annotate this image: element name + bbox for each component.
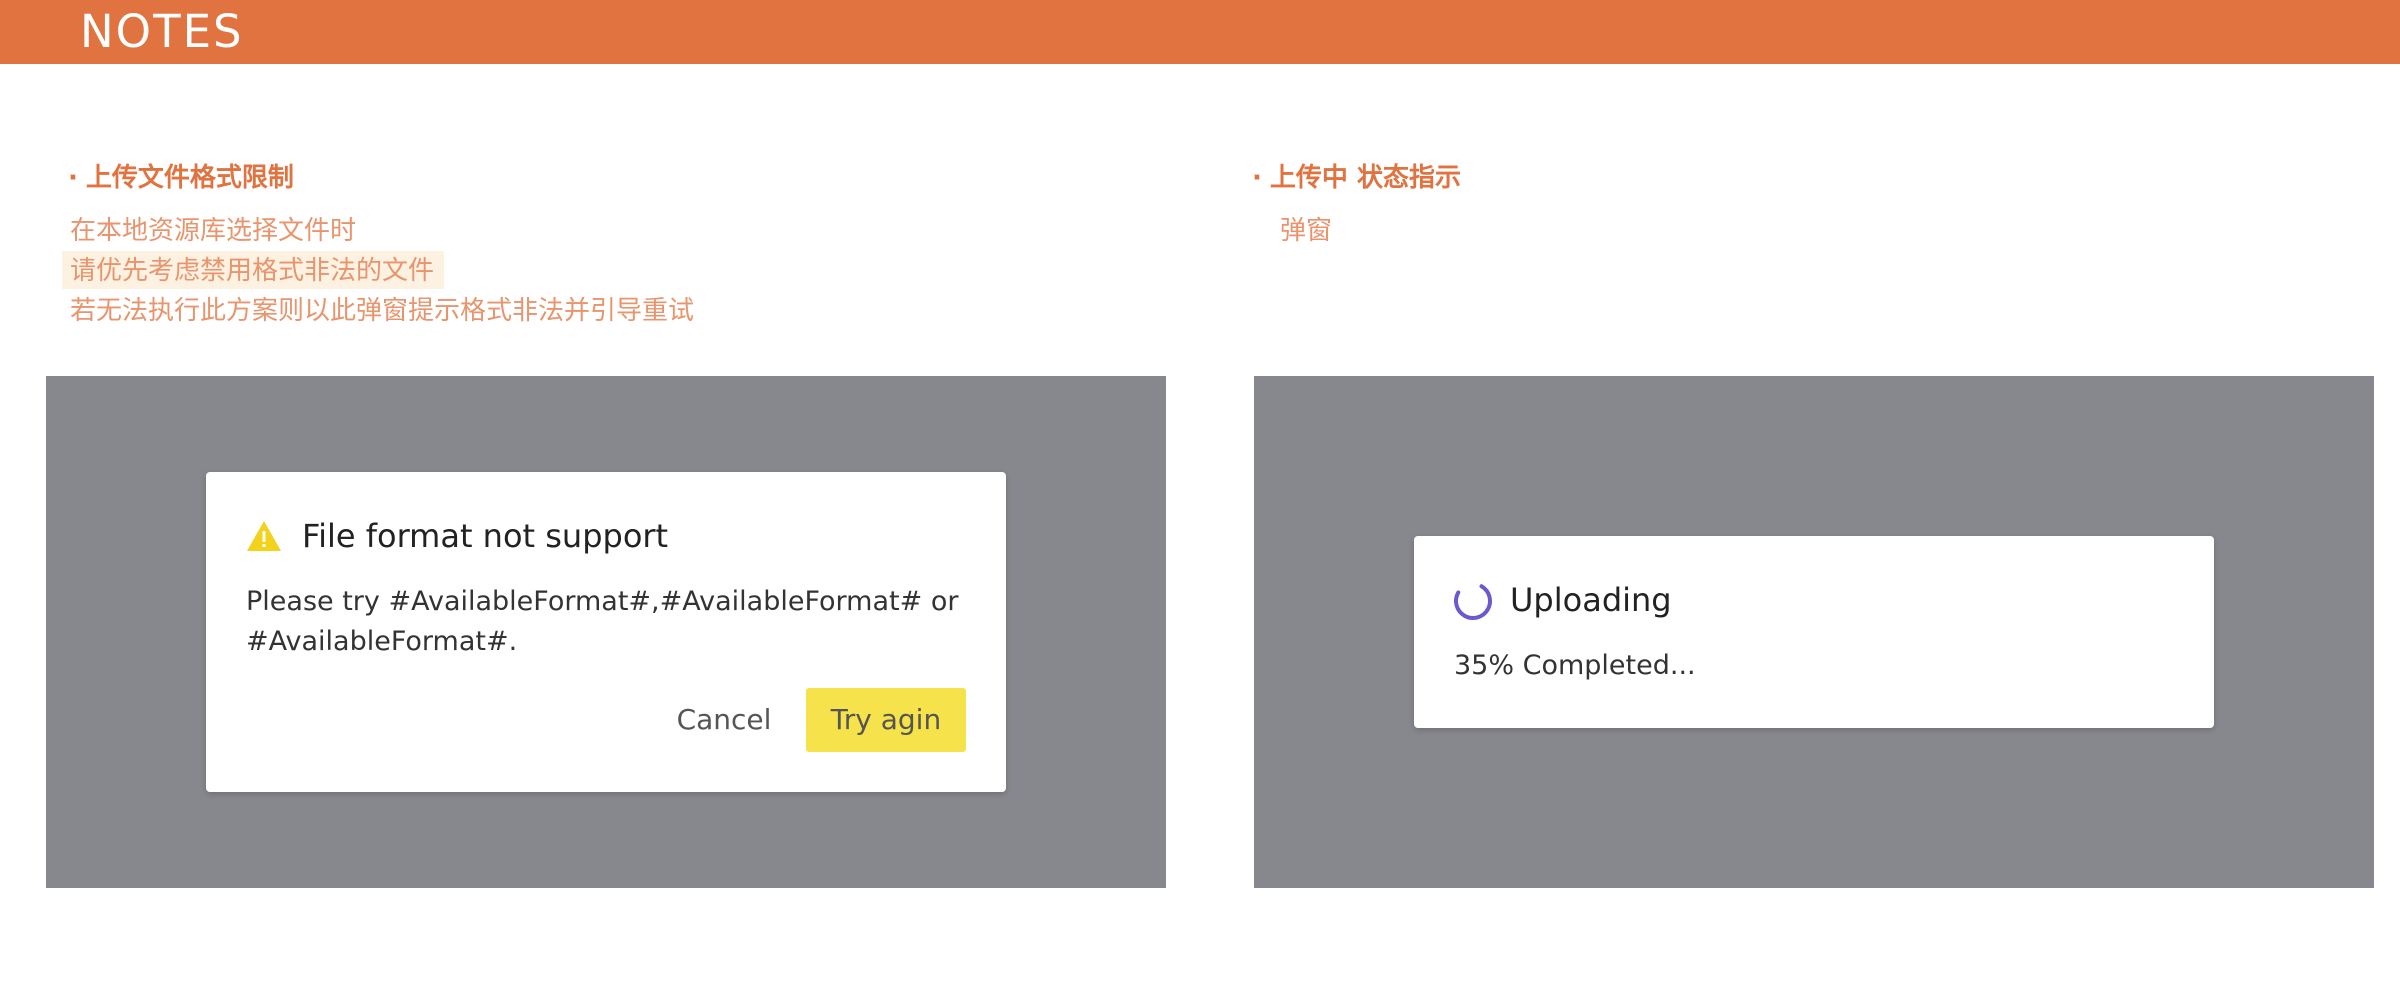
note-line-1: 在本地资源库选择文件时 [70, 216, 357, 246]
cancel-button[interactable]: Cancel [654, 688, 794, 752]
header-title: NOTES [80, 5, 244, 58]
upload-progress-text: 35% Completed... [1454, 650, 1696, 681]
warning-icon [247, 521, 281, 551]
uploading-dialog: Uploading 35% Completed... [1414, 536, 2214, 728]
right-modal-overlay: Uploading 35% Completed... [1254, 376, 2374, 888]
spinner-icon [1454, 581, 1492, 620]
left-heading-text: 上传文件格式限制 [85, 163, 294, 193]
file-format-error-dialog: File format not support Please try #Avai… [206, 472, 1006, 792]
note-line-3: 若无法执行此方案则以此弹窗提示格式非法并引导重试 [70, 296, 695, 326]
right-note-line-1: 弹窗 [1280, 216, 1333, 246]
bullet: · [68, 163, 78, 193]
uploading-title: Uploading [1510, 581, 1672, 619]
dialog-message: Please try #AvailableFormat#,#AvailableF… [246, 586, 959, 657]
right-heading-text: 上传中 状态指示 [1269, 163, 1461, 193]
left-section-heading: · 上传文件格式限制 [68, 160, 294, 196]
left-modal-overlay: File format not support Please try #Avai… [46, 376, 1166, 888]
right-section-heading: · 上传中 状态指示 [1252, 160, 1461, 196]
dialog-title: File format not support [302, 517, 669, 555]
notes-header: NOTES [0, 0, 2400, 64]
try-again-button[interactable]: Try agin [806, 688, 966, 752]
bullet: · [1252, 163, 1262, 193]
note-line-2-highlighted: 请优先考虑禁用格式非法的文件 [62, 251, 445, 289]
